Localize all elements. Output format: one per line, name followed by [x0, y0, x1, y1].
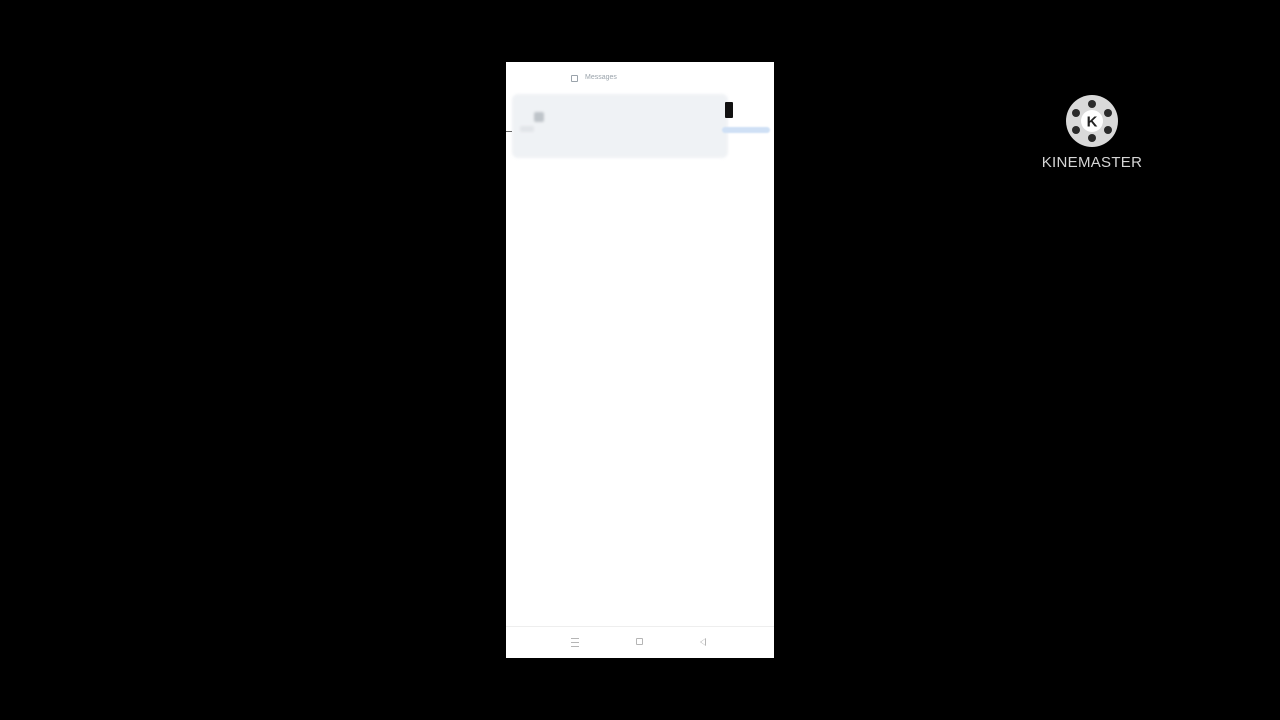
watermark-brand-text: KINEMASTER	[1041, 154, 1143, 171]
notification-app-icon	[534, 112, 544, 122]
menu-icon-line	[571, 642, 579, 643]
notification-text-placeholder	[520, 126, 534, 132]
notification-card[interactable]	[512, 94, 728, 158]
back-icon	[700, 638, 706, 646]
phone-screen: Messages	[506, 62, 774, 658]
kinemaster-watermark: K KINEMASTER	[1040, 92, 1144, 176]
navigation-bar	[506, 626, 774, 658]
status-bar: Messages	[506, 62, 774, 90]
notification-action-icon[interactable]	[725, 102, 733, 118]
home-button[interactable]	[632, 635, 648, 649]
notification-progress-bar	[722, 127, 770, 133]
menu-button[interactable]	[567, 635, 583, 649]
status-app-name: Messages	[585, 74, 617, 81]
video-frame: Messages K KINEMASTER	[0, 0, 1280, 720]
menu-icon-line	[571, 646, 579, 647]
home-icon	[636, 638, 643, 645]
logo-letter: K	[1087, 114, 1098, 131]
menu-icon	[571, 638, 579, 639]
edge-marker	[506, 131, 512, 132]
app-square-icon	[571, 75, 578, 82]
back-button[interactable]	[696, 635, 712, 649]
kinemaster-logo: K	[1066, 95, 1118, 147]
